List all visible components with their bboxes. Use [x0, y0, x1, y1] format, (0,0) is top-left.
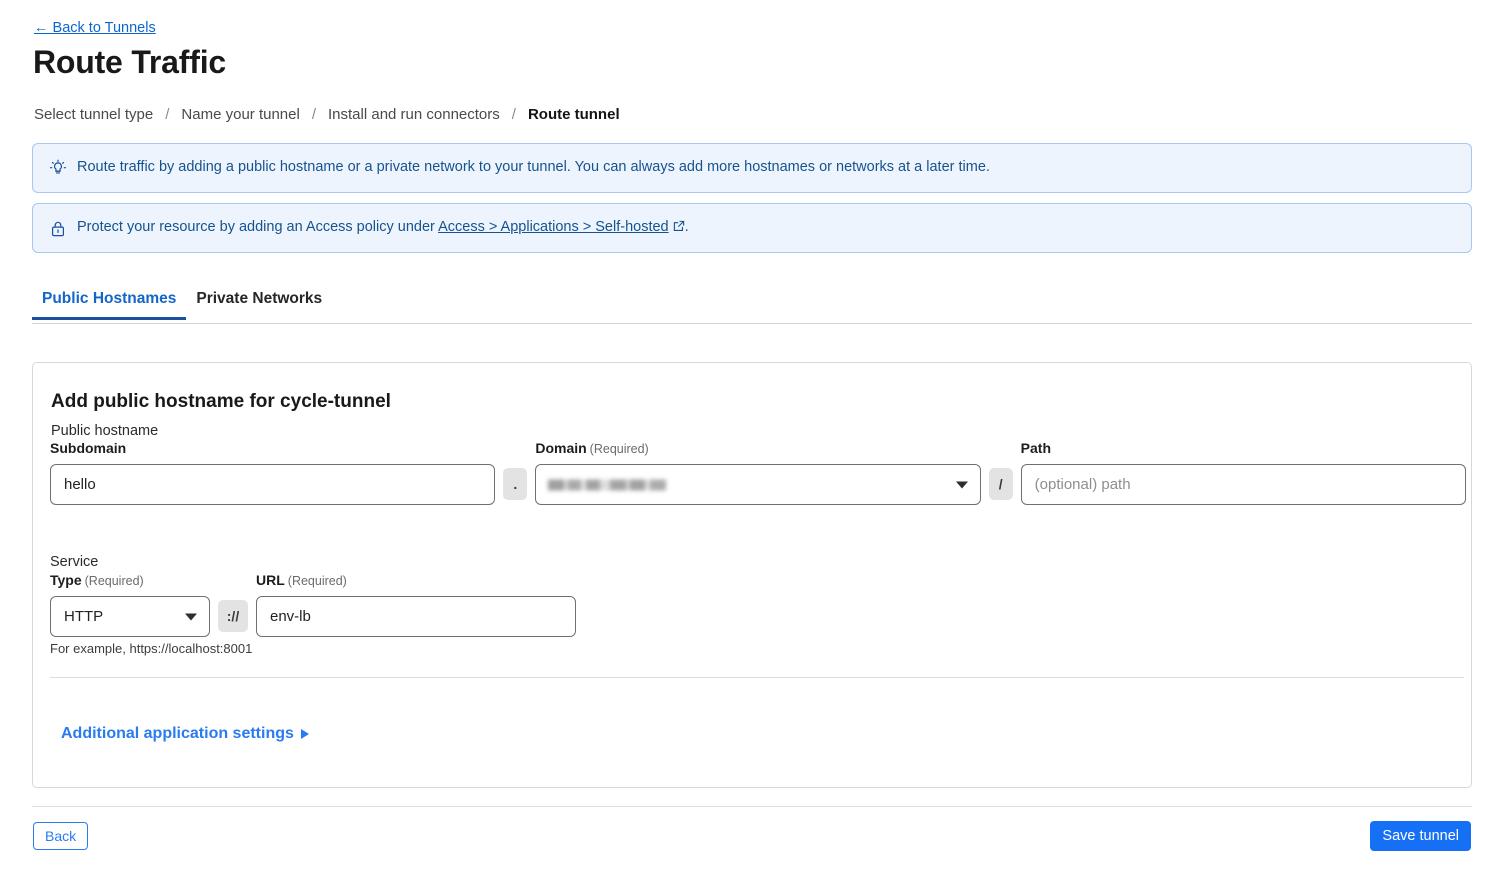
access-banner-text: Protect your resource by adding an Acces… [77, 219, 689, 237]
breadcrumb-step-1[interactable]: Select tunnel type [34, 106, 153, 123]
additional-application-settings-toggle[interactable]: Additional application settings [61, 725, 309, 743]
path-label: Path [1020, 440, 1051, 456]
domain-required-note: (Required) [589, 442, 649, 456]
service-url-input[interactable] [256, 596, 576, 637]
external-link-icon[interactable] [673, 220, 685, 237]
tab-public-hostnames[interactable]: Public Hostnames [32, 290, 187, 320]
subdomain-input[interactable] [50, 464, 496, 505]
additional-settings-label: Additional application settings [61, 725, 294, 742]
back-to-tunnels-link[interactable]: ← Back to Tunnels [34, 20, 156, 36]
chevron-right-icon [300, 729, 309, 739]
domain-label: Domain (Required) [535, 440, 980, 456]
page-title: Route Traffic [33, 44, 226, 80]
url-label-text: URL [256, 572, 285, 588]
info-banner-route-traffic: Route traffic by adding a public hostnam… [32, 143, 1472, 193]
type-required-note: (Required) [84, 574, 144, 588]
type-field-group: Type (Required) HTTP [50, 572, 210, 637]
url-help-text: For example, https://localhost:8001 [50, 641, 253, 656]
domain-select-wrap [535, 464, 981, 505]
card-divider [50, 677, 1464, 678]
breadcrumb-separator: / [165, 106, 170, 123]
service-type-select[interactable]: HTTP [50, 596, 210, 637]
info-banner-text: Route traffic by adding a public hostnam… [77, 159, 990, 176]
breadcrumb-step-3[interactable]: Install and run connectors [328, 106, 500, 123]
lightbulb-icon [49, 159, 67, 177]
breadcrumb-separator: / [311, 106, 316, 123]
breadcrumb-step-2[interactable]: Name your tunnel [181, 106, 299, 123]
type-label: Type (Required) [50, 572, 210, 588]
subdomain-label: Subdomain [50, 440, 127, 456]
access-applications-selfhosted-link[interactable]: Access > Applications > Self-hosted [438, 219, 669, 235]
card-title: Add public hostname for cycle-tunnel [51, 391, 391, 412]
back-button[interactable]: Back [33, 822, 89, 850]
type-select-wrap: HTTP [50, 596, 210, 637]
url-field-group: URL (Required) [256, 572, 576, 637]
hostname-fields-row: Subdomain . Domain(Required) / Path [50, 440, 1466, 505]
slash-separator-badge: / [988, 468, 1013, 500]
save-tunnel-button[interactable]: Save tunnel [1370, 821, 1471, 851]
route-traffic-page: ← Back to Tunnels Route Traffic Select t… [0, 0, 1504, 896]
breadcrumb-separator: / [511, 106, 516, 123]
domain-select[interactable] [535, 464, 981, 505]
footer-divider [32, 806, 1472, 807]
tab-private-networks[interactable]: Private Networks [186, 290, 332, 320]
domain-label-text: Domain [535, 440, 587, 456]
breadcrumb: Select tunnel type / Name your tunnel / … [34, 106, 620, 123]
dot-separator-badge: . [503, 468, 528, 500]
path-input[interactable] [1020, 464, 1466, 505]
type-label-text: Type [50, 572, 82, 588]
url-required-note: (Required) [287, 574, 347, 588]
subdomain-field-group: Subdomain [50, 440, 496, 505]
info-banner-access-policy: Protect your resource by adding an Acces… [32, 203, 1472, 253]
domain-field-group: Domain (Required) [535, 440, 981, 505]
breadcrumb-step-4: Route tunnel [527, 106, 620, 123]
url-label: URL (Required) [256, 572, 576, 588]
service-fields-row: Type (Required) HTTP :// URL (Required) [50, 572, 576, 637]
hostname-tabs: Public Hostnames Private Networks [32, 290, 1472, 324]
protocol-separator-badge: :// [218, 600, 248, 632]
public-hostname-section-label: Public hostname [51, 423, 159, 439]
service-section-label: Service [50, 554, 99, 570]
access-banner-suffix: . [684, 218, 689, 235]
lock-icon [49, 219, 67, 237]
path-field-group: Path [1020, 440, 1466, 505]
access-banner-prefix: Protect your resource by adding an Acces… [77, 218, 439, 235]
